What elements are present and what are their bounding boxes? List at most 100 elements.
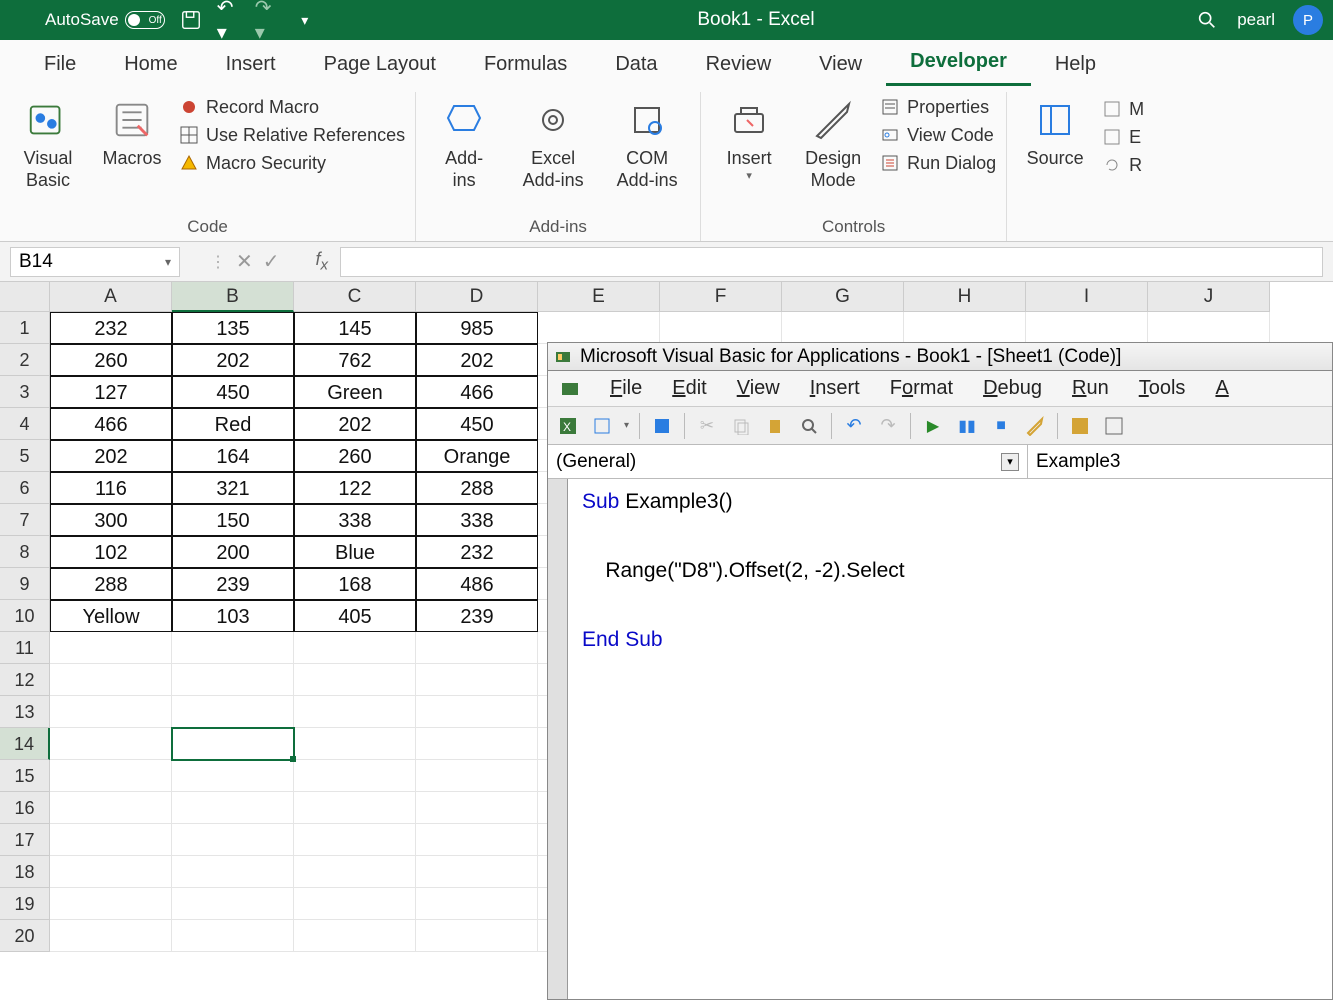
undo-icon[interactable]: ↶ ▾ — [217, 8, 241, 32]
row-header-18[interactable]: 18 — [0, 856, 50, 888]
vba-paste-icon[interactable] — [763, 414, 787, 438]
cell-B16[interactable] — [172, 792, 294, 824]
cell-D18[interactable] — [416, 856, 538, 888]
row-header-14[interactable]: 14 — [0, 728, 50, 760]
vba-project-explorer-icon[interactable] — [1068, 414, 1092, 438]
cell-D17[interactable] — [416, 824, 538, 856]
vba-view-excel-icon[interactable]: X — [556, 414, 580, 438]
cell-A15[interactable] — [50, 760, 172, 792]
cell-A4[interactable]: 466 — [50, 408, 172, 440]
vba-system-menu-icon[interactable] — [560, 379, 580, 399]
record-macro-button[interactable]: Record Macro — [178, 96, 405, 118]
tab-page-layout[interactable]: Page Layout — [300, 43, 460, 86]
cell-C3[interactable]: Green — [294, 376, 416, 408]
cell-C1[interactable]: 145 — [294, 312, 416, 344]
vba-menu-view[interactable]: View — [737, 377, 780, 400]
macros-button[interactable]: Macros — [94, 96, 170, 170]
cell-D10[interactable]: 239 — [416, 600, 538, 632]
row-header-9[interactable]: 9 — [0, 568, 50, 600]
cell-A12[interactable] — [50, 664, 172, 696]
vba-cut-icon[interactable]: ✂ — [695, 414, 719, 438]
vba-run-icon[interactable]: ▶ — [921, 414, 945, 438]
cell-C11[interactable] — [294, 632, 416, 664]
cell-A2[interactable]: 260 — [50, 344, 172, 376]
refresh-data-button[interactable]: R — [1101, 154, 1144, 176]
use-relative-button[interactable]: Use Relative References — [178, 124, 405, 146]
cell-D16[interactable] — [416, 792, 538, 824]
cell-D9[interactable]: 486 — [416, 568, 538, 600]
row-header-6[interactable]: 6 — [0, 472, 50, 504]
cell-C9[interactable]: 168 — [294, 568, 416, 600]
vba-title-bar[interactable]: Microsoft Visual Basic for Applications … — [548, 343, 1332, 371]
cell-B1[interactable]: 135 — [172, 312, 294, 344]
cell-D11[interactable] — [416, 632, 538, 664]
cell-C19[interactable] — [294, 888, 416, 920]
tab-file[interactable]: File — [20, 43, 100, 86]
vba-menu-tools[interactable]: Tools — [1139, 377, 1186, 400]
formula-bar[interactable] — [340, 247, 1323, 277]
tab-home[interactable]: Home — [100, 43, 201, 86]
cell-B11[interactable] — [172, 632, 294, 664]
cell-C17[interactable] — [294, 824, 416, 856]
cell-B15[interactable] — [172, 760, 294, 792]
cell-C2[interactable]: 762 — [294, 344, 416, 376]
cell-A17[interactable] — [50, 824, 172, 856]
cell-H1[interactable] — [904, 312, 1026, 344]
cell-B4[interactable]: Red — [172, 408, 294, 440]
column-header-G[interactable]: G — [782, 282, 904, 312]
row-header-2[interactable]: 2 — [0, 344, 50, 376]
cell-B17[interactable] — [172, 824, 294, 856]
cell-I1[interactable] — [1026, 312, 1148, 344]
confirm-button[interactable]: ✓ — [263, 249, 280, 274]
row-header-20[interactable]: 20 — [0, 920, 50, 952]
cell-C4[interactable]: 202 — [294, 408, 416, 440]
cell-D3[interactable]: 466 — [416, 376, 538, 408]
chevron-down-icon[interactable]: ▾ — [624, 420, 629, 431]
vba-code-editor[interactable]: Sub Example3() Range("D8").Offset(2, -2)… — [568, 479, 1332, 665]
cell-D14[interactable] — [416, 728, 538, 760]
row-header-13[interactable]: 13 — [0, 696, 50, 728]
row-header-19[interactable]: 19 — [0, 888, 50, 920]
column-header-A[interactable]: A — [50, 282, 172, 312]
row-header-11[interactable]: 11 — [0, 632, 50, 664]
tab-data[interactable]: Data — [591, 43, 681, 86]
cell-D15[interactable] — [416, 760, 538, 792]
cell-A3[interactable]: 127 — [50, 376, 172, 408]
qat-dropdown-icon[interactable]: ▾ — [293, 8, 317, 32]
cell-A6[interactable]: 116 — [50, 472, 172, 504]
row-header-4[interactable]: 4 — [0, 408, 50, 440]
properties-button[interactable]: Properties — [879, 96, 996, 118]
cell-B19[interactable] — [172, 888, 294, 920]
vba-editor-window[interactable]: Microsoft Visual Basic for Applications … — [547, 342, 1333, 1000]
cell-B13[interactable] — [172, 696, 294, 728]
addins-button[interactable]: Add- ins — [426, 96, 502, 191]
cell-B12[interactable] — [172, 664, 294, 696]
expansion-packs-button[interactable]: E — [1101, 126, 1144, 148]
cell-D7[interactable]: 338 — [416, 504, 538, 536]
vba-procedure-dropdown[interactable]: Example3 — [1028, 445, 1332, 478]
row-header-17[interactable]: 17 — [0, 824, 50, 856]
row-header-7[interactable]: 7 — [0, 504, 50, 536]
column-header-B[interactable]: B — [172, 282, 294, 312]
tab-help[interactable]: Help — [1031, 43, 1120, 86]
design-mode-button[interactable]: Design Mode — [795, 96, 871, 191]
cell-A1[interactable]: 232 — [50, 312, 172, 344]
row-header-10[interactable]: 10 — [0, 600, 50, 632]
vba-menu-file[interactable]: File — [610, 377, 642, 400]
cell-A9[interactable]: 288 — [50, 568, 172, 600]
cell-B5[interactable]: 164 — [172, 440, 294, 472]
vba-object-dropdown[interactable]: (General) ▾ — [548, 445, 1028, 478]
autosave-toggle[interactable]: AutoSave Off — [45, 10, 165, 30]
vba-menu-addins[interactable]: A — [1215, 377, 1228, 400]
excel-addins-button[interactable]: Excel Add-ins — [510, 96, 596, 191]
cell-C10[interactable]: 405 — [294, 600, 416, 632]
cell-A20[interactable] — [50, 920, 172, 952]
cell-D13[interactable] — [416, 696, 538, 728]
cell-G1[interactable] — [782, 312, 904, 344]
cell-A14[interactable] — [50, 728, 172, 760]
select-all-corner[interactable] — [0, 282, 50, 312]
column-header-F[interactable]: F — [660, 282, 782, 312]
map-properties-button[interactable]: M — [1101, 98, 1144, 120]
column-header-D[interactable]: D — [416, 282, 538, 312]
name-box[interactable]: B14 ▾ — [10, 247, 180, 277]
